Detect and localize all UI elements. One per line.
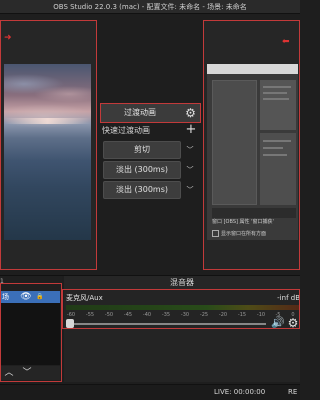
add-quick-transition-icon[interactable]: +: [184, 123, 198, 137]
quick-transitions-label: 快速过渡动画: [102, 126, 150, 135]
mini-line: [263, 98, 289, 100]
quick-transition-fade-button[interactable]: 淡出 (300ms): [103, 181, 181, 199]
show-window-label: 显示窗口在所有方面: [221, 231, 267, 237]
horizon-glow: [4, 118, 91, 124]
arrow-right-icon: ➜: [4, 33, 12, 43]
rec-timer: RE: [288, 388, 298, 396]
mini-line: [263, 92, 287, 94]
quick-transition-cut-button[interactable]: 剪切: [103, 141, 181, 159]
mini-line: [263, 86, 291, 88]
window-title: OBS Studio 22.0.3 (mac) - 配置文件: 未命名 - 场景…: [0, 0, 300, 14]
mini-window-titlebar: [207, 64, 298, 74]
mini-window-panel-bottom: [260, 133, 296, 205]
scenes-highlight: [0, 283, 62, 382]
mini-line: [263, 154, 287, 156]
mixer-highlight: [62, 289, 300, 329]
checkbox-icon: [212, 230, 219, 237]
arrow-left-icon: ⬅: [282, 37, 290, 47]
live-timer: LIVE: 00:00:00: [214, 388, 266, 396]
chevron-down-icon[interactable]: ﹀: [183, 142, 197, 158]
chevron-down-icon[interactable]: ﹀: [183, 162, 197, 178]
mixer-title: 混音器: [64, 276, 300, 290]
transition-gear-icon[interactable]: ⚙: [182, 104, 199, 122]
mini-window-preview: [212, 80, 257, 205]
chevron-down-icon[interactable]: ﹀: [183, 182, 197, 198]
quick-transition-fade-button[interactable]: 淡出 (300ms): [103, 161, 181, 179]
mini-line: [263, 140, 291, 142]
transition-button-label: 过渡动画: [124, 108, 156, 117]
source-properties-caption: 窗口 [OBS] 属性 '窗口捕获': [212, 219, 274, 225]
mini-line: [263, 147, 283, 149]
show-window-checkbox[interactable]: 显示窗口在所有方面: [212, 229, 302, 239]
